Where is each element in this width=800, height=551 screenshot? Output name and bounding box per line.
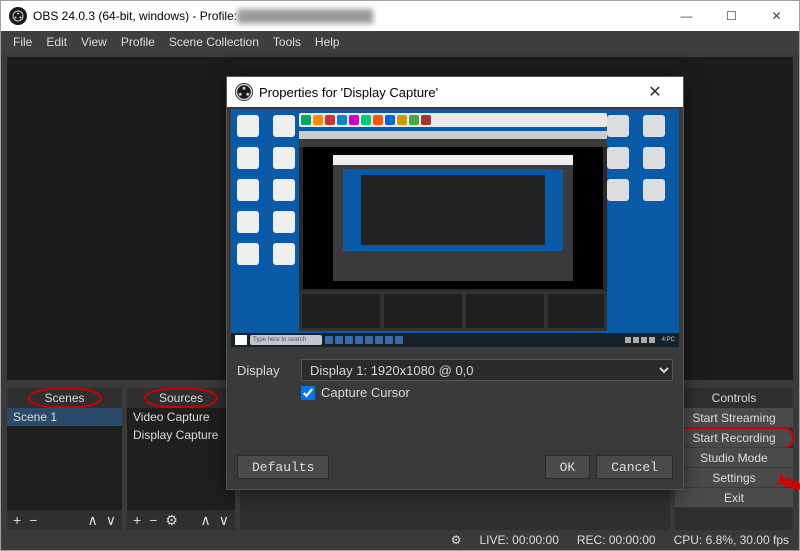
display-label: Display	[237, 363, 293, 378]
sources-up-button[interactable]: ∧	[201, 512, 211, 529]
sources-add-button[interactable]: +	[133, 512, 141, 528]
dialog-form: Display Display 1: 1920x1080 @ 0,0 Captu…	[227, 351, 683, 400]
desktop-icon	[273, 211, 295, 233]
display-capture-preview: Type here to search 4:PC	[231, 109, 679, 347]
titlebar: OBS 24.0.3 (64-bit, windows) - Profile: …	[1, 1, 799, 31]
dialog-buttons: Defaults OK Cancel	[227, 447, 683, 489]
scenes-header: Scenes	[7, 388, 122, 408]
close-button[interactable]: ✕	[754, 1, 799, 31]
source-row[interactable]: Video Capture	[127, 408, 235, 426]
desktop-icon	[237, 211, 259, 233]
desktop-icon	[643, 115, 665, 137]
menubar: File Edit View Profile Scene Collection …	[1, 31, 799, 53]
menu-help[interactable]: Help	[309, 35, 346, 49]
start-streaming-button[interactable]: Start Streaming	[675, 408, 793, 428]
source-row[interactable]: Display Capture	[127, 426, 235, 444]
minimize-button[interactable]: —	[664, 1, 709, 31]
scenes-panel: Scenes Scene 1 + − ∧ ∨	[7, 388, 122, 530]
desktop-icon	[643, 179, 665, 201]
exit-button[interactable]: Exit	[675, 488, 793, 508]
capture-cursor-label: Capture Cursor	[321, 385, 410, 400]
window-title: OBS 24.0.3 (64-bit, windows) - Profile:	[33, 9, 237, 23]
scene-row[interactable]: Scene 1	[7, 408, 122, 426]
dialog-close-button[interactable]: ✕	[635, 82, 675, 102]
menu-edit[interactable]: Edit	[40, 35, 73, 49]
desktop-icon	[273, 147, 295, 169]
status-cpu: CPU: 6.8%, 30.00 fps	[674, 533, 789, 547]
ok-button[interactable]: OK	[545, 455, 591, 479]
sources-list[interactable]: Video Capture Display Capture	[127, 408, 235, 510]
menu-file[interactable]: File	[7, 35, 38, 49]
menu-profile[interactable]: Profile	[115, 35, 161, 49]
cancel-button[interactable]: Cancel	[596, 455, 673, 479]
obs-logo-icon	[9, 7, 27, 25]
sources-settings-button[interactable]: ⚙	[165, 512, 178, 529]
scenes-remove-button[interactable]: −	[29, 512, 37, 528]
statusbar-settings-icon[interactable]: ⚙	[451, 533, 462, 547]
scenes-list[interactable]: Scene 1	[7, 408, 122, 510]
desktop-icon	[237, 179, 259, 201]
status-rec: REC: 00:00:00	[577, 533, 656, 547]
desktop-icon	[607, 115, 629, 137]
desktop-icon	[273, 115, 295, 137]
desktop-icon	[237, 243, 259, 265]
desktop-icon	[643, 147, 665, 169]
recursive-preview	[299, 131, 607, 331]
scenes-up-button[interactable]: ∧	[88, 512, 98, 529]
window-title-redacted: ████████████████	[237, 9, 373, 23]
menu-tools[interactable]: Tools	[267, 35, 307, 49]
sources-header: Sources	[127, 388, 235, 408]
capture-cursor-checkbox[interactable]	[301, 386, 315, 400]
maximize-button[interactable]: ☐	[709, 1, 754, 31]
taskbar-search: Type here to search	[250, 335, 322, 345]
menu-view[interactable]: View	[75, 35, 113, 49]
status-live: LIVE: 00:00:00	[479, 533, 558, 547]
desktop-icon	[273, 243, 295, 265]
sources-remove-button[interactable]: −	[149, 512, 157, 528]
controls-header: Controls	[675, 388, 793, 408]
desktop-icon	[237, 115, 259, 137]
taskbar-clock: 4:PC	[662, 337, 675, 343]
controls-panel: Controls Start Streaming Start Recording…	[675, 388, 793, 530]
start-icon	[235, 335, 247, 345]
start-recording-button[interactable]: Start Recording	[675, 428, 793, 448]
desktop-icon	[273, 179, 295, 201]
sources-panel: Sources Video Capture Display Capture + …	[127, 388, 235, 530]
scenes-add-button[interactable]: +	[13, 512, 21, 528]
statusbar: ⚙ LIVE: 00:00:00 REC: 00:00:00 CPU: 6.8%…	[1, 530, 799, 550]
desktop-icon	[607, 179, 629, 201]
dialog-title: Properties for 'Display Capture'	[259, 85, 438, 100]
menu-scene-collection[interactable]: Scene Collection	[163, 35, 265, 49]
preview-app-row	[299, 113, 607, 127]
obs-logo-icon	[235, 83, 253, 101]
sources-down-button[interactable]: ∨	[219, 512, 229, 529]
defaults-button[interactable]: Defaults	[237, 455, 329, 479]
display-select[interactable]: Display 1: 1920x1080 @ 0,0	[301, 359, 673, 381]
dialog-titlebar: Properties for 'Display Capture' ✕	[227, 77, 683, 107]
desktop-icon	[607, 147, 629, 169]
settings-button[interactable]: Settings➤➤➤	[675, 468, 793, 488]
scenes-down-button[interactable]: ∨	[106, 512, 116, 529]
preview-taskbar: Type here to search 4:PC	[231, 333, 679, 347]
properties-dialog: Properties for 'Display Capture' ✕ Type …	[226, 76, 684, 490]
desktop-icon	[237, 147, 259, 169]
studio-mode-button[interactable]: Studio Mode	[675, 448, 793, 468]
